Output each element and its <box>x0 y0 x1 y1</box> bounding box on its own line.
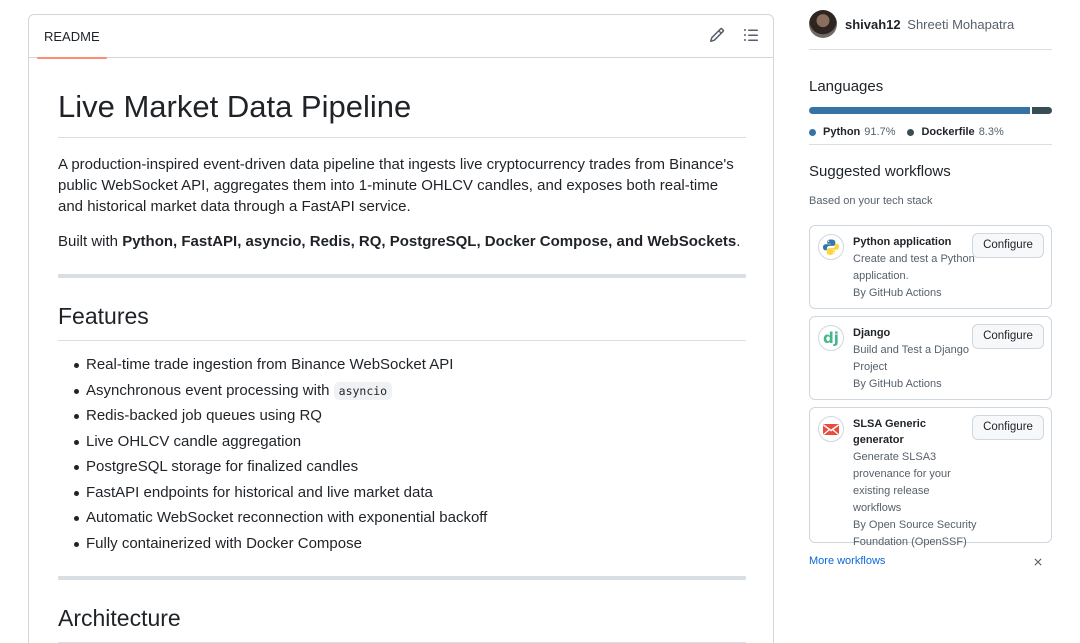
workflow-author-line: By Open Source Security <box>853 519 977 531</box>
workflow-desc-line: Build and Test a Django <box>853 344 969 356</box>
tab-readme[interactable]: README <box>37 15 107 59</box>
workflow-name[interactable]: Python application <box>853 234 978 250</box>
workflow-author: By GitHub Actions <box>853 287 942 299</box>
workflows-title: Suggested workflows <box>809 163 951 180</box>
workflow-body: SLSA Generic generator Generate SLSA3 pro… <box>853 416 978 551</box>
feature-text: Live OHLCV candle aggregation <box>86 432 302 450</box>
feature-item: Fully containerized with Docker Compose <box>74 534 746 554</box>
workflow-author: By Open Source Security Foundation (OpenS… <box>853 517 978 551</box>
features-heading: Features <box>58 300 746 341</box>
configure-button[interactable]: Configure <box>972 415 1044 440</box>
feature-item: Automatic WebSocket reconnection with ex… <box>74 508 746 528</box>
language-bar-segment <box>1032 107 1052 114</box>
author-text: shivah12 Shreeti Mohapatra <box>845 17 1014 32</box>
feature-text: Automatic WebSocket reconnection with ex… <box>86 509 488 526</box>
languages-legend: Python 91.7% Dockerfile 8.3% <box>809 126 1004 138</box>
feature-text: FastAPI endpoints for historical and liv… <box>86 483 433 501</box>
language-dot-icon <box>809 128 816 136</box>
languages-section: Languages Python 91.7% Dockerfile 8.3% <box>809 50 1052 145</box>
feature-text: Asynchronous event processing with <box>86 381 334 399</box>
workflow-desc: Generate SLSA3 provenance for your existin… <box>853 449 978 517</box>
slsa-logo-icon <box>818 416 844 442</box>
readme-header: README <box>29 15 773 59</box>
workflow-desc-line: provenance for your <box>853 468 951 480</box>
sidebar: shivah12 Shreeti Mohapatra Languages Pyt… <box>809 0 1052 567</box>
language-name: Dockerfile <box>921 126 975 138</box>
divider <box>58 575 746 580</box>
django-logo-icon: dj <box>818 325 844 351</box>
configure-button[interactable]: Configure <box>972 324 1044 349</box>
language-name: Python <box>823 126 861 138</box>
author-name: Shreeti Mohapatra <box>907 17 1015 32</box>
built-tech: Python, FastAPI, asyncio, Redis, RQ, Pos… <box>122 233 737 250</box>
workflow-name[interactable]: SLSA Generic generator <box>853 416 978 448</box>
language-item[interactable]: Dockerfile 8.3% <box>907 126 1004 138</box>
author-row: shivah12 Shreeti Mohapatra <box>809 0 1052 50</box>
workflow-desc-line: workflows <box>853 502 902 514</box>
feature-item: Real-time trade ingestion from Binance W… <box>74 355 746 375</box>
workflow-desc-line: existing release <box>853 485 930 497</box>
feature-item: Redis-backed job queues using RQ <box>74 406 746 426</box>
workflow-name[interactable]: Django <box>853 325 978 341</box>
workflow-desc: Create and test a Python application. <box>853 251 978 285</box>
workflow-body: Django Build and Test a Django Project By… <box>853 325 978 393</box>
language-percent: 8.3% <box>978 126 1004 138</box>
readme-built-with: Built with Python, FastAPI, asyncio, Red… <box>58 231 746 252</box>
feature-item: Live OHLCV candle aggregation <box>74 432 746 452</box>
workflows-subtitle: Based on your tech stack <box>809 195 933 207</box>
feature-text: Redis-backed job queues using RQ <box>86 407 322 424</box>
workflow-card-python: Python application Create and test a Pyt… <box>809 225 1052 309</box>
workflow-body: Python application Create and test a Pyt… <box>853 234 978 302</box>
divider <box>58 274 746 278</box>
configure-button[interactable]: Configure <box>972 233 1044 258</box>
features-list: Real-time trade ingestion from Binance W… <box>58 355 746 554</box>
workflow-desc-line: Generate SLSA3 <box>853 451 937 463</box>
workflow-card-slsa: SLSA Generic generator Generate SLSA3 pro… <box>809 407 1052 548</box>
feature-item: FastAPI endpoints for historical and liv… <box>74 483 746 503</box>
workflow-desc: Build and Test a Django Project <box>853 342 978 376</box>
languages-title: Languages <box>809 78 884 95</box>
workflow-author-line: Foundation (OpenSSF) <box>853 536 967 548</box>
language-item[interactable]: Python 91.7% <box>809 126 895 138</box>
close-icon[interactable] <box>1032 555 1046 569</box>
feature-text: Fully containerized with Docker Compose <box>86 534 362 552</box>
workflow-card-django: dj Django Build and Test a Django Project… <box>809 316 1052 400</box>
more-workflows-link[interactable]: More workflows <box>809 555 885 567</box>
readme-content: Live Market Data Pipeline A production-i… <box>58 59 746 643</box>
avatar[interactable] <box>809 10 837 38</box>
python-logo-icon <box>818 234 844 260</box>
feature-item: PostgreSQL storage for finalized candles <box>74 457 746 477</box>
architecture-heading: Architecture <box>58 602 746 643</box>
languages-bar <box>809 107 1052 114</box>
workflow-desc-line: application. <box>853 270 909 282</box>
feature-item: Asynchronous event processing with async… <box>74 381 746 401</box>
language-bar-segment <box>809 107 1030 114</box>
language-percent: 91.7% <box>864 126 896 138</box>
readme-title: Live Market Data Pipeline <box>58 87 746 138</box>
feature-text: Real-time trade ingestion from Binance W… <box>86 356 454 373</box>
pencil-icon[interactable] <box>709 27 727 45</box>
feature-text: PostgreSQL storage for finalized candles <box>86 458 359 475</box>
built-suffix: . <box>736 233 741 250</box>
built-prefix: Built with <box>58 233 123 250</box>
workflow-desc-line: Project <box>853 361 888 373</box>
feature-code: asyncio <box>333 381 393 400</box>
readme-intro: A production-inspired event-driven data … <box>58 156 734 215</box>
language-dot-icon <box>907 128 915 136</box>
author-login[interactable]: shivah12 <box>845 17 901 32</box>
workflow-author: By GitHub Actions <box>853 378 942 390</box>
workflow-desc-line: Create and test a Python <box>853 253 975 265</box>
list-unordered-icon[interactable] <box>743 27 761 45</box>
readme-panel: README Live Market Data Pipeline A produ… <box>28 14 774 643</box>
